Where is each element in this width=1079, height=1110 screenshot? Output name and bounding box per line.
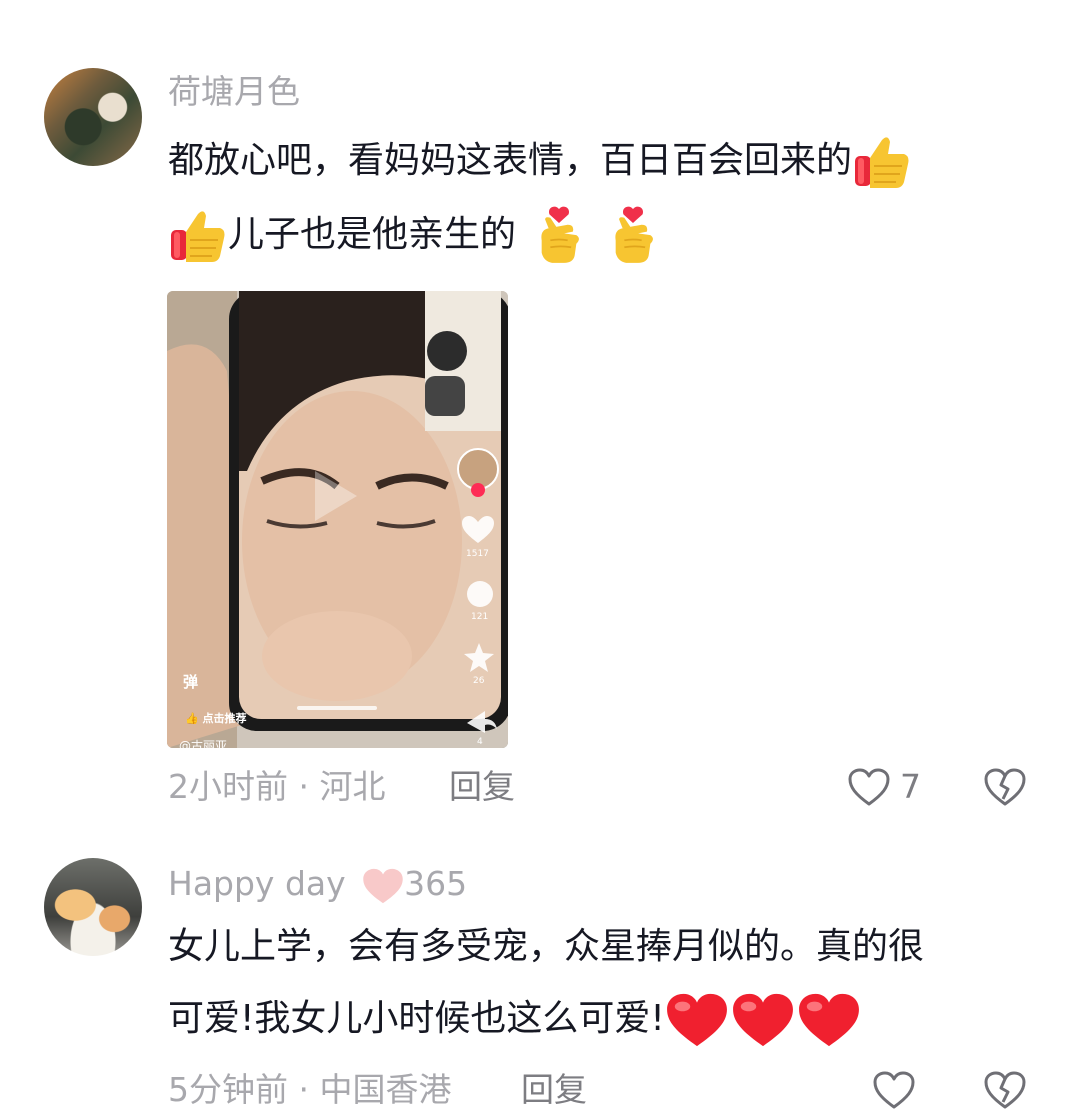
comment-username[interactable]: Happy day [168, 864, 346, 903]
avatar[interactable] [44, 68, 142, 166]
heart-outline-icon[interactable] [872, 1070, 916, 1110]
broken-heart-icon[interactable] [983, 767, 1027, 807]
danmaku-toggle: 弹 [183, 673, 199, 691]
share-count-overlay: 4 [477, 737, 483, 747]
reply-button[interactable]: 回复 [521, 1070, 587, 1110]
comment-text-line: 可爱!我女儿小时候也这么可爱! [168, 984, 1038, 1054]
fan-heart-icon [363, 868, 403, 903]
red-heart-icon [665, 992, 729, 1048]
thumbs-up-icon [852, 132, 912, 192]
comment-username[interactable]: 荷塘月色 [168, 72, 300, 112]
comment-text-line: 儿子也是他亲生的 [168, 200, 1038, 270]
comment-text: 可爱!我女儿小时候也这么可爱! [168, 998, 665, 1039]
comment-count-overlay: 121 [471, 612, 489, 622]
comment-text: 都放心吧，看妈妈这表情，百日百会回来的 [168, 140, 853, 181]
red-heart-icon [731, 992, 795, 1048]
fan-level-badge: 365 [404, 864, 468, 903]
comment-meta: 2小时前 · 河北 [168, 767, 386, 806]
recommend-label: 👍 点击推荐 [185, 712, 247, 725]
avatar[interactable] [44, 858, 142, 956]
broken-heart-icon[interactable] [983, 1070, 1027, 1110]
video-screenshot [167, 291, 508, 748]
red-heart-icon [797, 992, 861, 1048]
star-count-overlay: 26 [473, 676, 485, 686]
recommend-text: 点击推荐 [202, 712, 247, 725]
comment-text-line: 都放心吧，看妈妈这表情，百日百会回来的 [168, 126, 1038, 196]
comment-text-line: 女儿上学，会有多受宠，众星捧月似的。真的很 [168, 926, 925, 967]
heart-outline-icon[interactable] [847, 767, 891, 807]
like-count-overlay: 1517 [466, 549, 489, 559]
like-count: 7 [900, 767, 921, 806]
finger-heart-icon [533, 205, 585, 267]
comment-image[interactable]: 弹 👍 点击推荐 @古丽亚 1517 121 26 4 [167, 291, 508, 748]
video-author: @古丽亚 [179, 739, 228, 748]
finger-heart-icon [607, 205, 659, 267]
reply-button[interactable]: 回复 [449, 767, 515, 807]
comment-username-row: Happy day 365 [168, 864, 467, 905]
thumbs-up-icon [168, 206, 228, 266]
comment-meta: 5分钟前 · 中国香港 [168, 1070, 452, 1109]
comment-text: 儿子也是他亲生的 [228, 214, 517, 255]
